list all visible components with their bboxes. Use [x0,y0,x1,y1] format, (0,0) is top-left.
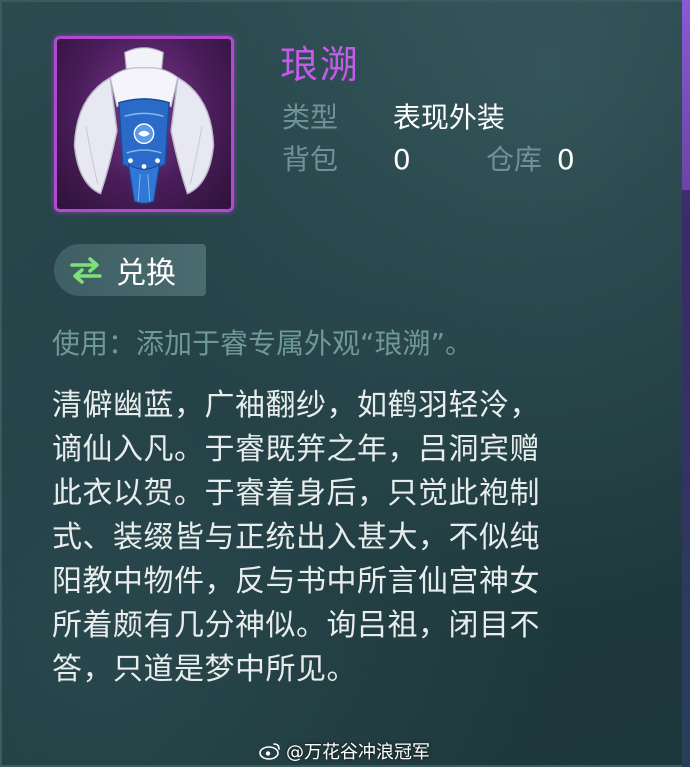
watermark: @万花谷冲浪冠军 [258,738,430,764]
description-line: 式、装缀皆与正统出入甚大，不似纯 [52,520,540,555]
bag-label: 背包 [282,143,339,176]
description-line: 所着颇有几分神似。询吕祖，闭目不 [52,608,540,643]
bag-count: 0 [392,143,411,176]
warehouse-label: 仓库 [486,143,543,176]
costume-icon [54,36,234,212]
scrollbar-thumb[interactable] [682,0,690,190]
warehouse-count: 0 [556,143,575,176]
description-line: 此衣以贺。于睿着身后，只觉此袍制 [52,476,540,511]
description-line: 答，只道是梦中所见。 [52,652,357,687]
type-value: 表现外装 [392,101,505,134]
item-name: 琅溯 [280,43,361,87]
scrollbar[interactable] [682,0,690,767]
swap-arrows-icon [68,255,104,285]
description-line: 谪仙入凡。于睿既笄之年，吕洞宾赠 [52,432,540,467]
description-line: 阳教中物件，反与书中所言仙宫神女 [52,564,540,599]
usage-text: 使用：添加于睿专属外观“琅溯”。 [52,327,474,360]
type-label: 类型 [282,101,339,134]
watermark-text: @万花谷冲浪冠军 [286,742,430,763]
item-type-row: 类型 表现外装 [282,96,505,136]
warehouse-count-row: 仓库 0 [486,138,575,178]
exchange-label: 兑换 [116,256,176,291]
exchange-button[interactable]: 兑换 [54,244,206,296]
weibo-logo-icon [258,741,282,761]
description-line: 清僻幽蓝，广袖翻纱，如鹤羽轻泠， [52,388,540,423]
item-description: 清僻幽蓝，广袖翻纱，如鹤羽轻泠， 谪仙入凡。于睿既笄之年，吕洞宾赠 此衣以贺。于… [52,384,642,692]
bag-count-row: 背包 0 [282,138,411,178]
